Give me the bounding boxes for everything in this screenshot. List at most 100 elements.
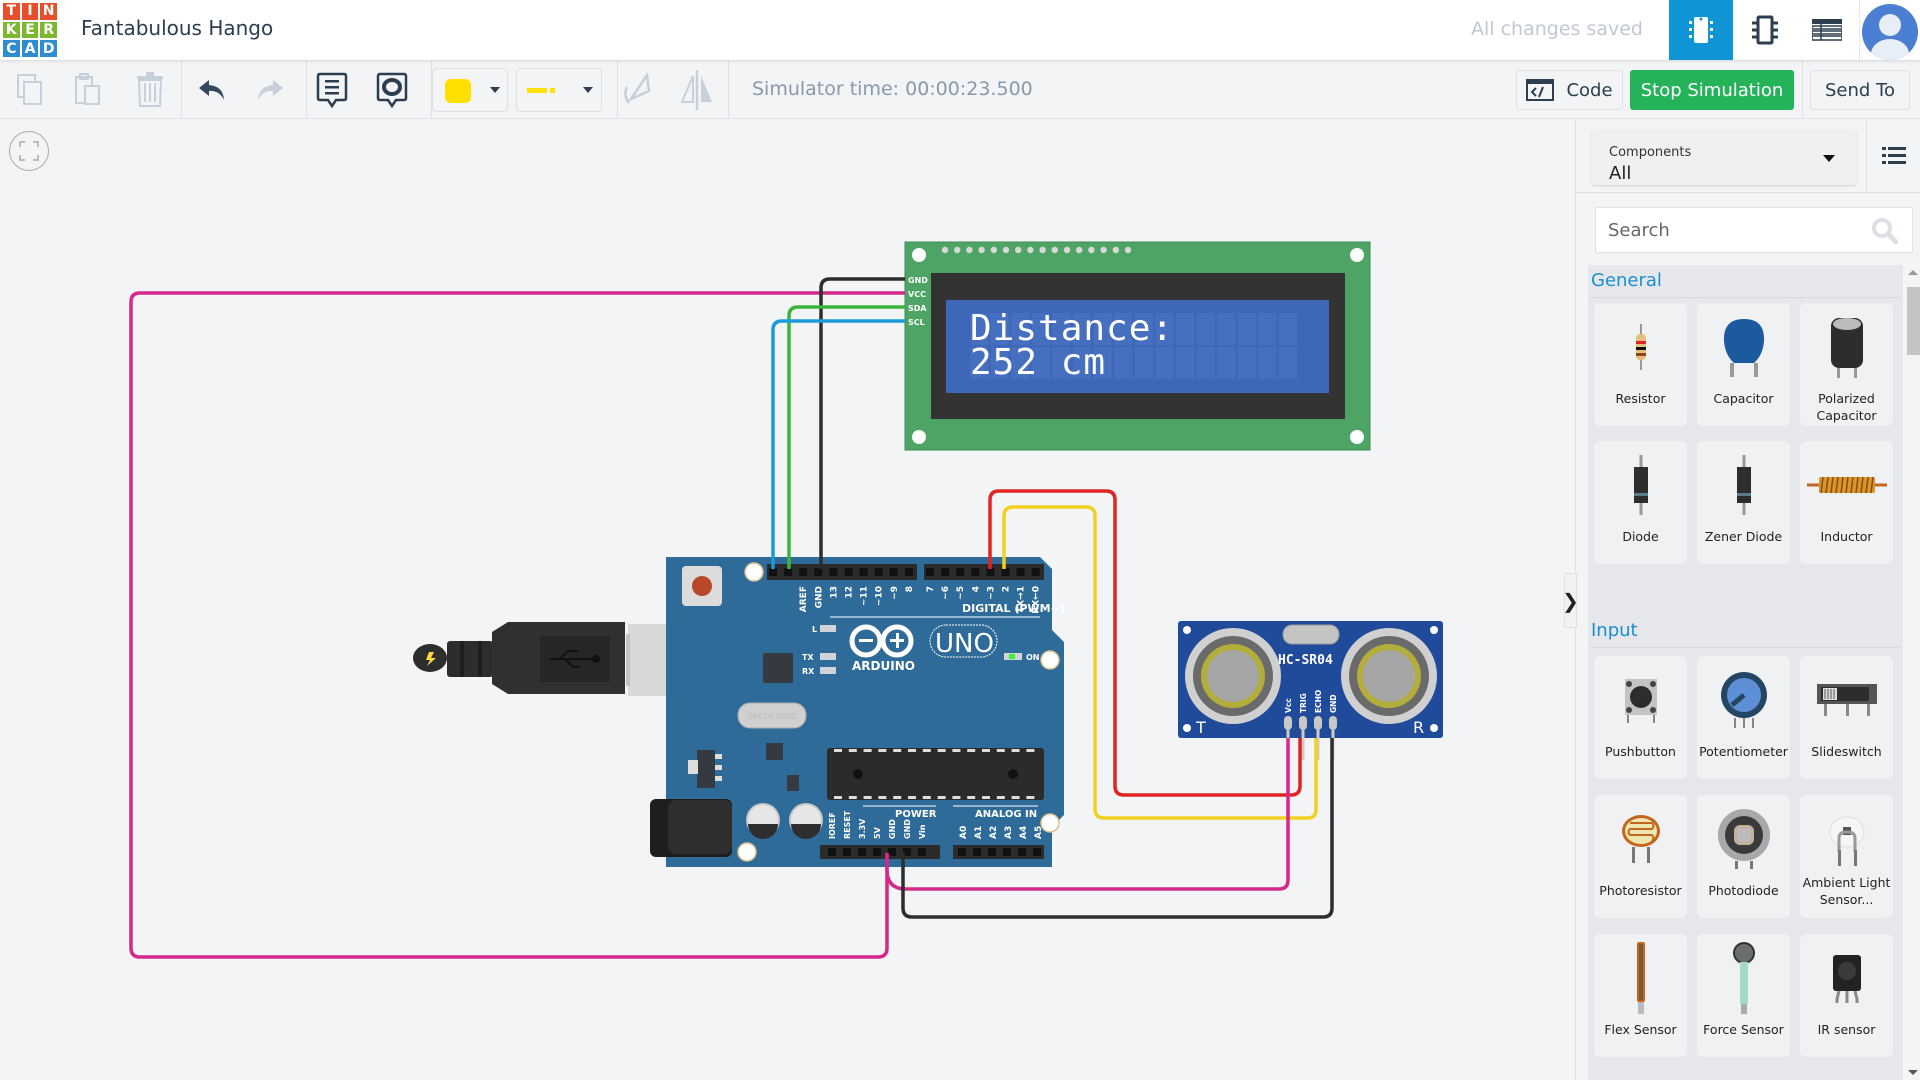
chip-pin xyxy=(952,749,961,752)
chip-pin xyxy=(848,749,857,752)
component-name: Capacitor xyxy=(1713,391,1774,406)
arduino-uno-board[interactable]: AREF GND 13 12 ~11 ~10 ~9 8 7 ~6 ~5 4 ~3 2 TX→1 RX←0 DI… xyxy=(650,557,1065,867)
chip-pin xyxy=(1026,796,1035,799)
lcd-header-pin xyxy=(1124,246,1132,254)
digital-pin-label: ~3 xyxy=(986,586,996,600)
toggle-notes-button[interactable] xyxy=(372,71,412,109)
notes-visibility-icon xyxy=(376,72,408,108)
lcd-header-pin xyxy=(954,246,961,254)
zener-diode-icon xyxy=(1736,455,1751,515)
lcd-pin-vcc: VCC xyxy=(908,290,926,299)
component-card-resistor[interactable]: Resistor xyxy=(1594,303,1687,426)
redo-button[interactable] xyxy=(250,71,290,109)
lcd-cell xyxy=(1237,313,1256,345)
category-general[interactable]: General xyxy=(1591,270,1662,291)
header-hole xyxy=(888,848,896,856)
schematic-view-button[interactable] xyxy=(1733,0,1797,60)
component-card-polarized-capacitor[interactable]: Polarized Capacitor xyxy=(1800,303,1893,426)
scroll-down-icon[interactable] xyxy=(1908,1070,1918,1075)
component-card-inductor[interactable]: Inductor xyxy=(1800,441,1893,564)
send-to-button[interactable]: Send To xyxy=(1810,70,1910,110)
lcd-16x2-i2c[interactable]: Distance: 252 cm GND VCC SDA SCL xyxy=(904,241,1371,451)
power-pin-label: Vin xyxy=(918,824,927,839)
sensor-t-label: T xyxy=(1195,718,1206,737)
chip-pin xyxy=(922,749,931,752)
category-input[interactable]: Input xyxy=(1591,620,1638,641)
component-card-photodiode[interactable]: Photodiode xyxy=(1697,795,1790,918)
analog-pin-label: A1 xyxy=(974,826,984,839)
chip-pin xyxy=(996,796,1005,799)
component-list-button[interactable] xyxy=(1795,0,1859,60)
component-name: Polarized Capacitor xyxy=(1816,391,1877,423)
chip-pin xyxy=(893,796,902,799)
avatar-head xyxy=(1879,14,1901,36)
components-filter-dropdown[interactable]: Components All xyxy=(1591,130,1857,185)
header-hole xyxy=(1016,568,1025,576)
analog-label: ANALOG IN xyxy=(975,809,1037,820)
header-hole xyxy=(926,568,934,576)
collapse-sidebar-button[interactable]: ❯ xyxy=(1562,573,1579,628)
project-title[interactable]: Fantabulous Hango xyxy=(81,16,273,40)
wire-type-dropdown[interactable] xyxy=(516,68,602,112)
wire-scl-lcd xyxy=(771,319,905,569)
component-card-photoresistor[interactable]: Photoresistor xyxy=(1594,795,1687,918)
code-icon xyxy=(1526,79,1555,101)
divider xyxy=(306,60,307,119)
slideswitch-icon xyxy=(1816,684,1877,716)
header-hole xyxy=(973,848,981,856)
search-input[interactable] xyxy=(1608,216,1858,244)
paste-button[interactable] xyxy=(68,71,108,109)
header-hole xyxy=(1031,568,1040,576)
circuit-view-button[interactable] xyxy=(1669,0,1733,60)
logo-letter: K xyxy=(3,21,20,39)
header-hole xyxy=(873,848,881,856)
circuit-canvas[interactable]: AREF GND 13 12 ~11 ~10 ~9 8 7 ~6 ~5 4 ~3 2 TX→1 RX←0 DI… xyxy=(0,120,1575,1080)
component-card-potentiometer[interactable]: Potentiometer xyxy=(1697,656,1790,779)
header-hole xyxy=(986,568,995,576)
delete-button[interactable] xyxy=(130,71,170,109)
stop-simulation-button[interactable]: Stop Simulation xyxy=(1630,70,1794,110)
component-card-diode[interactable]: Diode xyxy=(1594,441,1687,564)
chip-pin xyxy=(878,749,887,752)
lcd-cell xyxy=(1196,347,1215,379)
component-card-flex-sensor[interactable]: Flex Sensor xyxy=(1594,934,1687,1057)
notes-button[interactable] xyxy=(312,71,352,109)
pushbutton-icon xyxy=(1624,679,1657,723)
component-card-force-sensor[interactable]: Force Sensor xyxy=(1697,934,1790,1057)
copy-icon xyxy=(17,74,42,105)
component-card-zener-diode[interactable]: Zener Diode xyxy=(1697,441,1790,564)
chip-pin xyxy=(922,796,931,799)
component-list-scrollbar[interactable] xyxy=(1905,265,1920,1080)
component-card-slideswitch[interactable]: Slideswitch xyxy=(1800,656,1893,779)
copy-button[interactable] xyxy=(10,71,50,109)
flip-button[interactable] xyxy=(677,70,717,110)
rotate-button[interactable] xyxy=(616,71,656,109)
component-card-ambient-light-sensor[interactable]: Ambient Light Sensor... xyxy=(1800,795,1893,918)
lcd-header-pin xyxy=(1076,246,1083,254)
crystal-label: SPK16.000G xyxy=(748,712,797,721)
search-icon[interactable] xyxy=(1872,218,1898,244)
lcd-cell xyxy=(1279,347,1297,379)
user-avatar[interactable] xyxy=(1862,4,1918,60)
component-card-ir-sensor[interactable]: IR sensor xyxy=(1800,934,1893,1057)
polarized-capacitor-icon xyxy=(1830,318,1863,378)
photoresistor-icon xyxy=(1621,815,1660,863)
header-hole xyxy=(814,568,823,576)
undo-button[interactable] xyxy=(192,71,232,109)
power-pin-label: RESET xyxy=(843,810,852,839)
chip-pin xyxy=(996,749,1005,752)
code-button[interactable]: Code xyxy=(1516,70,1623,110)
wire-color-dropdown[interactable] xyxy=(432,68,508,112)
scrollbar-thumb[interactable] xyxy=(1907,287,1920,355)
power-pin-label: GND xyxy=(903,819,912,839)
list-view-button[interactable] xyxy=(1866,120,1920,192)
component-card-capacitor[interactable]: Capacitor xyxy=(1697,303,1790,426)
header-hole xyxy=(1033,848,1041,856)
schematic-view-icon xyxy=(1752,15,1778,45)
tinkercad-logo[interactable]: T I N K E R C A D xyxy=(3,3,57,57)
component-card-pushbutton[interactable]: Pushbutton xyxy=(1594,656,1687,779)
component-name: Force Sensor xyxy=(1703,1022,1784,1037)
component-name: Inductor xyxy=(1820,529,1873,544)
scroll-up-icon[interactable] xyxy=(1908,270,1918,275)
hc-sr04-sensor[interactable]: HC-SR04 T R Vcc TRIG ECHO GND xyxy=(1178,621,1443,760)
